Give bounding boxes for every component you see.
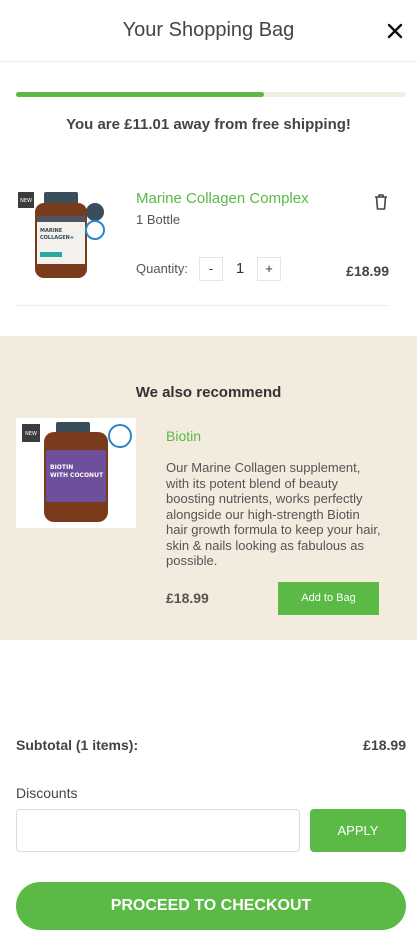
apply-discount-button[interactable]: APPLY — [310, 809, 406, 852]
discounts-label: Discounts — [16, 785, 78, 801]
product-label-2: COLLAGEN+ — [40, 235, 74, 241]
product-badge: NEW — [20, 198, 32, 204]
item-name-link[interactable]: Marine Collagen Complex — [136, 190, 309, 207]
quantity-decrease-button[interactable]: - — [199, 257, 223, 281]
quantity-label: Quantity: — [136, 261, 189, 276]
subtotal-value: £18.99 — [363, 737, 406, 753]
discount-code-input[interactable] — [16, 809, 300, 852]
free-shipping-progress — [16, 92, 406, 97]
recommended-product-image[interactable]: NEW BIOTIN WITH COCONUT — [16, 418, 136, 528]
close-icon[interactable] — [386, 22, 404, 40]
free-shipping-message: You are £11.01 away from free shipping! — [66, 116, 351, 133]
page-title: Your Shopping Bag — [122, 19, 295, 41]
progress-fill — [16, 92, 264, 97]
bag-header: Your Shopping Bag — [0, 0, 417, 62]
recommendation-section: We also recommend NEW BIOTIN WITH COCONU… — [0, 336, 417, 640]
item-price: £18.99 — [346, 263, 389, 279]
cart-item: NEW MARINE COLLAGEN+ Marine Collagen Com… — [16, 180, 389, 306]
recommended-product-description: Our Marine Collagen supplement, with its… — [166, 460, 381, 568]
quantity-value: 1 — [235, 260, 245, 277]
rec-label-2: WITH COCONUT — [50, 472, 104, 479]
add-to-bag-button[interactable]: Add to Bag — [278, 582, 379, 615]
recommend-heading: We also recommend — [135, 384, 282, 401]
rec-product-badge: NEW — [25, 431, 37, 437]
recommended-product-price: £18.99 — [166, 590, 209, 606]
quantity-increase-button[interactable]: + — [257, 257, 281, 281]
rec-label-1: BIOTIN — [50, 464, 73, 471]
item-variant: 1 Bottle — [136, 212, 181, 227]
product-image: NEW MARINE COLLAGEN+ — [18, 192, 105, 278]
trash-icon[interactable] — [373, 193, 389, 211]
recommended-product-link[interactable]: Biotin — [166, 428, 201, 444]
product-label-1: MARINE — [40, 228, 63, 234]
proceed-to-checkout-button[interactable]: PROCEED TO CHECKOUT — [16, 882, 406, 930]
subtotal-label: Subtotal (1 items): — [16, 737, 139, 753]
